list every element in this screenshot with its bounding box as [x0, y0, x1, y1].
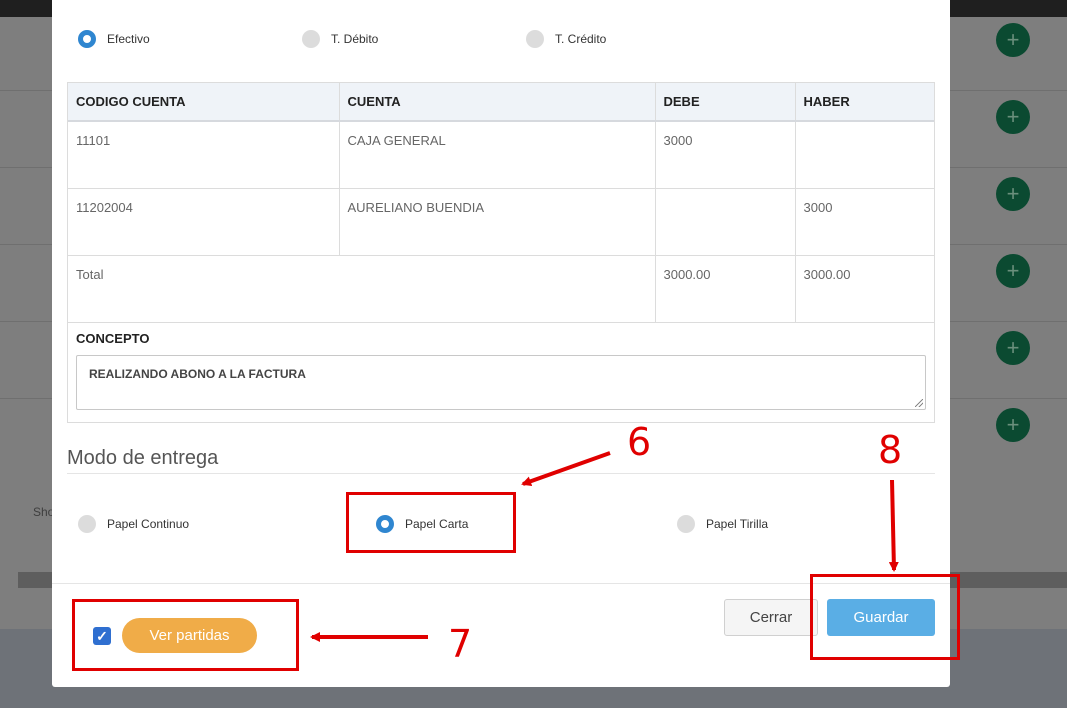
annotation-number-8: 8 [878, 428, 903, 472]
radio-unselected-icon[interactable] [677, 515, 695, 533]
radio-unselected-icon[interactable] [302, 30, 320, 48]
add-row-icon[interactable]: + [996, 23, 1030, 57]
delivery-option-label: Papel Continuo [107, 517, 190, 531]
delivery-section-title: Modo de entrega [67, 447, 219, 469]
add-row-icon[interactable]: + [996, 408, 1030, 442]
concepto-textarea[interactable]: REALIZANDO ABONO A LA FACTURA [76, 355, 926, 410]
accounts-panel: CODIGO CUENTA CUENTA DEBE HABER 11101 CA… [67, 82, 935, 423]
section-divider [67, 473, 935, 474]
cell-haber: 3000 [795, 188, 934, 256]
payment-method-group: Efectivo T. Débito T. Crédito [78, 30, 928, 48]
cell-cuenta: CAJA GENERAL [339, 121, 656, 189]
annotation-number-6: 6 [627, 420, 652, 464]
concepto-label: CONCEPTO [76, 331, 150, 346]
column-header-debe: DEBE [655, 83, 796, 122]
radio-selected-icon[interactable] [78, 30, 96, 48]
annotation-box-ver-partidas [72, 599, 299, 671]
add-row-icon[interactable]: + [996, 177, 1030, 211]
cell-codigo: 11101 [68, 121, 340, 189]
delivery-option-papel-continuo[interactable]: Papel Continuo [78, 515, 189, 533]
column-header-codigo: CODIGO CUENTA [68, 83, 340, 122]
cell-haber [795, 121, 934, 189]
cell-debe [655, 188, 796, 256]
column-header-cuenta: CUENTA [339, 83, 656, 122]
delivery-option-papel-tirilla[interactable]: Papel Tirilla [677, 515, 768, 533]
annotation-box-papel-carta [346, 492, 516, 553]
payment-option-label: T. Débito [331, 32, 379, 46]
table-header-row: CODIGO CUENTA CUENTA DEBE HABER [68, 83, 934, 122]
payment-option-efectivo[interactable]: Efectivo [78, 30, 150, 48]
radio-unselected-icon[interactable] [78, 515, 96, 533]
add-row-icon[interactable]: + [996, 331, 1030, 365]
total-row: Total 3000.00 3000.00 [68, 255, 934, 323]
add-row-icon[interactable]: + [996, 100, 1030, 134]
annotation-box-guardar [810, 574, 960, 660]
total-label: Total [68, 255, 656, 323]
cell-cuenta: AURELIANO BUENDIA [339, 188, 656, 256]
table-row: 11202004 AURELIANO BUENDIA 3000 [68, 188, 934, 256]
payment-option-debito[interactable]: T. Débito [302, 30, 378, 48]
cell-debe: 3000 [655, 121, 796, 189]
resize-grip-icon[interactable] [915, 399, 923, 407]
column-header-haber: HABER [795, 83, 934, 122]
cerrar-button[interactable]: Cerrar [724, 599, 818, 636]
add-row-icon[interactable]: + [996, 254, 1030, 288]
payment-option-credito[interactable]: T. Crédito [526, 30, 606, 48]
concepto-value: REALIZANDO ABONO A LA FACTURA [89, 367, 306, 381]
payment-option-label: T. Crédito [555, 32, 607, 46]
delivery-option-label: Papel Tirilla [706, 517, 769, 531]
radio-unselected-icon[interactable] [526, 30, 544, 48]
annotation-number-7: 7 [448, 622, 473, 666]
payment-option-label: Efectivo [107, 32, 150, 46]
table-row: 11101 CAJA GENERAL 3000 [68, 121, 934, 189]
accounts-table: CODIGO CUENTA CUENTA DEBE HABER 11101 CA… [68, 83, 934, 323]
total-debe: 3000.00 [655, 255, 796, 323]
total-haber: 3000.00 [795, 255, 934, 323]
cell-codigo: 11202004 [68, 188, 340, 256]
